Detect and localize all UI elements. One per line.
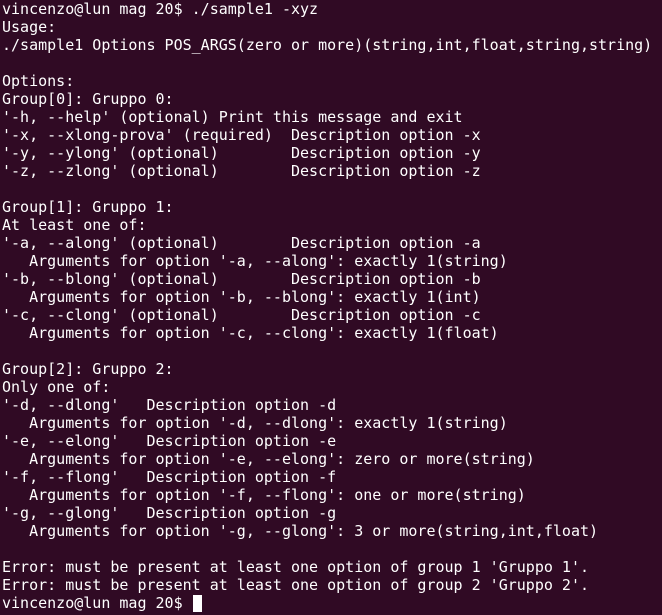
terminal-line: '-e, --elong' Description option -e (2, 432, 337, 450)
terminal-line: Arguments for option '-a, --along': exac… (2, 252, 508, 270)
terminal-line: '-b, --blong' (optional) Description opt… (2, 270, 481, 288)
terminal-line: Only one of: (2, 378, 111, 396)
terminal-line: Arguments for option '-e, --elong': zero… (2, 450, 535, 468)
terminal-line: Arguments for option '-d, --dlong': exac… (2, 414, 508, 432)
terminal-window[interactable]: vincenzo@lun mag 20$ ./sample1 -xyz Usag… (0, 0, 662, 615)
terminal-line: '-a, --along' (optional) Description opt… (2, 234, 481, 252)
terminal-line: '-y, --ylong' (optional) Description opt… (2, 144, 481, 162)
terminal-prompt-line[interactable]: vincenzo@lun mag 20$ (2, 594, 662, 612)
terminal-line: ./sample1 Options POS_ARGS(zero or more)… (2, 36, 653, 54)
terminal-line: Group[2]: Gruppo 2: (2, 360, 174, 378)
terminal-line: Arguments for option '-g, --glong': 3 or… (2, 522, 599, 540)
terminal-line: '-d, --dlong' Description option -d (2, 396, 337, 414)
terminal-line: Options: (2, 72, 75, 90)
terminal-line: '-c, --clong' (optional) Description opt… (2, 306, 481, 324)
text-cursor (192, 594, 202, 612)
terminal-line: Group[1]: Gruppo 1: (2, 198, 174, 216)
terminal-line: Arguments for option '-b, --blong': exac… (2, 288, 481, 306)
terminal-line: Group[0]: Gruppo 0: (2, 90, 174, 108)
terminal-line: '-z, --zlong' (optional) Description opt… (2, 162, 481, 180)
shell-prompt: vincenzo@lun mag 20$ (2, 594, 192, 612)
terminal-line: Arguments for option '-c, --clong': exac… (2, 324, 499, 342)
terminal-line: '-g, --glong' Description option -g (2, 504, 337, 522)
terminal-line: Usage: (2, 18, 57, 36)
terminal-line: '-x, --xlong-prova' (required) Descripti… (2, 126, 481, 144)
terminal-line: Error: must be present at least one opti… (2, 558, 589, 576)
terminal-line: vincenzo@lun mag 20$ ./sample1 -xyz (2, 0, 319, 18)
terminal-line: '-f, --flong' Description option -f (2, 468, 337, 486)
terminal-line: Arguments for option '-f, --flong': one … (2, 486, 526, 504)
terminal-line: At least one of: (2, 216, 147, 234)
terminal-line: Error: must be present at least one opti… (2, 576, 589, 594)
terminal-line: '-h, --help' (optional) Print this messa… (2, 108, 463, 126)
